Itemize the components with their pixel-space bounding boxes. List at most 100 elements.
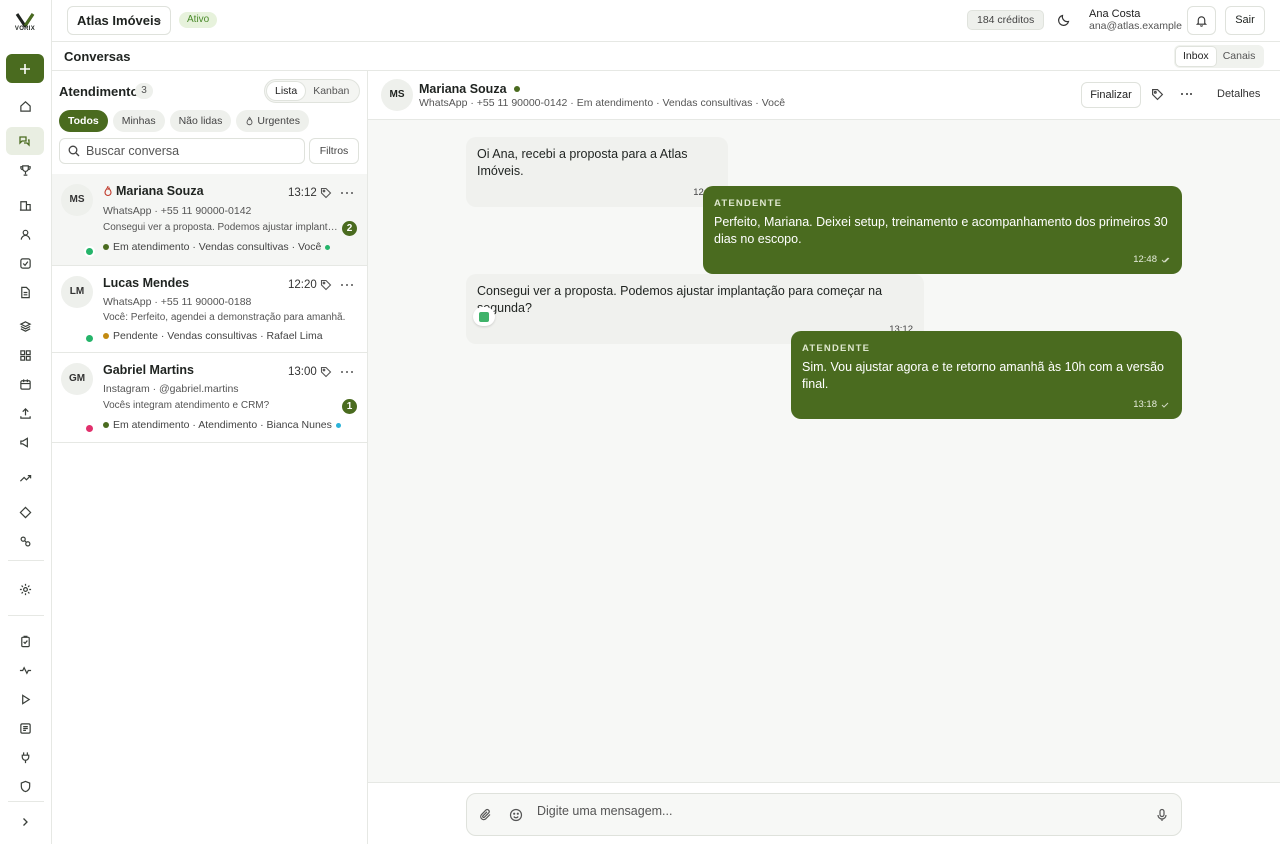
message-thread: Oi Ana, recebi a proposta para a Atlas I… bbox=[368, 120, 1280, 782]
urgent-flame-icon bbox=[103, 185, 113, 197]
chat-panel: MS Mariana Souza WhatsApp · +55 11 90000… bbox=[368, 71, 1280, 844]
tag-icon[interactable] bbox=[1151, 88, 1164, 101]
trophy-icon[interactable] bbox=[11, 156, 39, 184]
conversation-meta: Em atendimento · Atendimento · Bianca Nu… bbox=[103, 419, 341, 431]
layers-icon[interactable] bbox=[11, 312, 39, 340]
more-icon[interactable] bbox=[1181, 93, 1192, 95]
conversation-time: 13:12 bbox=[288, 187, 317, 199]
megaphone-icon[interactable] bbox=[11, 428, 39, 456]
link-icon[interactable] bbox=[11, 527, 39, 555]
emoji-icon[interactable] bbox=[509, 808, 523, 822]
check-icon bbox=[1161, 256, 1171, 264]
settings-icon[interactable] bbox=[11, 575, 39, 603]
search-input[interactable] bbox=[86, 144, 286, 158]
grid-icon[interactable] bbox=[11, 341, 39, 369]
more-icon[interactable] bbox=[341, 284, 353, 286]
building-icon[interactable] bbox=[11, 191, 39, 219]
tab-inbox[interactable]: Inbox bbox=[1176, 47, 1216, 66]
status-badge: Ativo bbox=[179, 12, 218, 28]
filters-button[interactable]: Filtros bbox=[309, 138, 359, 164]
search-box bbox=[59, 138, 305, 164]
microphone-icon[interactable] bbox=[1156, 808, 1168, 822]
message-input[interactable] bbox=[537, 804, 1097, 818]
conversation-list-panel: Atendimento 3 Lista Kanban Todos Minhas … bbox=[52, 71, 368, 844]
view-kanban[interactable]: Kanban bbox=[305, 82, 357, 100]
message-outgoing: ATENDENTE Perfeito, Mariana. Deixei setu… bbox=[703, 186, 1182, 274]
rail-divider bbox=[8, 801, 44, 802]
conversation-channel: WhatsApp · +55 11 90000-0142 bbox=[103, 205, 252, 217]
conversation-name: Lucas Mendes bbox=[103, 276, 190, 290]
calendar-icon[interactable] bbox=[11, 370, 39, 398]
conversation-name: Mariana Souza bbox=[103, 184, 204, 198]
tag-icon[interactable] bbox=[320, 279, 332, 291]
tab-canais[interactable]: Canais bbox=[1216, 47, 1263, 66]
diamond-icon[interactable] bbox=[11, 498, 39, 526]
list-title: Atendimento bbox=[59, 84, 139, 99]
message-incoming: Oi Ana, recebi a proposta para a Atlas I… bbox=[466, 137, 728, 207]
view-lista[interactable]: Lista bbox=[267, 82, 306, 100]
filter-urgentes[interactable]: Urgentes bbox=[236, 110, 309, 132]
brand-logo-text: VORIX bbox=[14, 26, 36, 32]
conversation-time: 12:20 bbox=[288, 279, 317, 291]
chevron-down-icon bbox=[157, 20, 161, 23]
tag-icon[interactable] bbox=[320, 366, 332, 378]
contact-name: Mariana Souza bbox=[419, 82, 520, 96]
owner-dot bbox=[325, 244, 331, 250]
online-dot bbox=[513, 86, 520, 92]
home-icon[interactable] bbox=[11, 92, 39, 120]
activity-icon[interactable] bbox=[11, 656, 39, 684]
checkbox-icon[interactable] bbox=[11, 249, 39, 277]
filter-minhas[interactable]: Minhas bbox=[112, 110, 165, 132]
conversations-icon[interactable] bbox=[6, 127, 44, 155]
composer-box bbox=[466, 793, 1182, 836]
message-text: Oi Ana, recebi a proposta para a Atlas I… bbox=[477, 147, 688, 178]
check-icon bbox=[1161, 401, 1171, 409]
avatar: MS bbox=[61, 184, 93, 216]
moon-icon[interactable] bbox=[1057, 13, 1071, 27]
shield-icon[interactable] bbox=[11, 772, 39, 800]
message-text: Consegui ver a proposta. Podemos ajustar… bbox=[477, 284, 883, 315]
finish-button[interactable]: Finalizar bbox=[1081, 82, 1141, 108]
play-icon[interactable] bbox=[11, 685, 39, 713]
workspace-name: Atlas Imóveis bbox=[77, 13, 161, 28]
avatar: LM bbox=[61, 276, 93, 308]
filter-todos[interactable]: Todos bbox=[59, 110, 108, 132]
document-icon[interactable] bbox=[11, 278, 39, 306]
more-icon[interactable] bbox=[341, 192, 353, 194]
plug-icon[interactable] bbox=[11, 743, 39, 771]
contact-name-text: Mariana Souza bbox=[419, 82, 507, 96]
upload-icon[interactable] bbox=[11, 399, 39, 427]
user-name: Ana Costa bbox=[1089, 8, 1141, 20]
chat-header: MS Mariana Souza WhatsApp · +55 11 90000… bbox=[368, 71, 1280, 120]
tag-icon[interactable] bbox=[320, 187, 332, 199]
details-button[interactable]: Detalhes bbox=[1217, 88, 1260, 100]
user-email: ana@atlas.example bbox=[1089, 20, 1182, 32]
trend-icon[interactable] bbox=[11, 463, 39, 491]
clipboard-icon[interactable] bbox=[11, 627, 39, 655]
attach-icon[interactable] bbox=[479, 808, 493, 822]
user-icon[interactable] bbox=[11, 220, 39, 248]
user-info[interactable]: Ana Costa ana@atlas.example bbox=[1089, 8, 1182, 32]
credits-badge: 184 créditos bbox=[967, 10, 1045, 30]
filter-nao-lidas[interactable]: Não lidas bbox=[169, 110, 232, 132]
view-toggle: Lista Kanban bbox=[264, 79, 361, 103]
conversation-item[interactable]: MS Mariana Souza 13:12 WhatsApp · +55 11… bbox=[52, 174, 367, 266]
notes-icon[interactable] bbox=[11, 714, 39, 742]
notifications-button[interactable] bbox=[1187, 6, 1216, 35]
conversation-meta: Pendente · Vendas consultivas · Rafael L… bbox=[103, 330, 323, 342]
conversation-meta-text: Em atendimento · Atendimento · Bianca Nu… bbox=[113, 419, 332, 431]
reaction-check-icon[interactable] bbox=[473, 307, 495, 326]
conversation-name: Gabriel Martins bbox=[103, 363, 194, 377]
new-conversation-button[interactable] bbox=[6, 54, 44, 83]
conversation-item[interactable]: LM Lucas Mendes 12:20 WhatsApp · +55 11 … bbox=[52, 266, 367, 353]
expand-chevron-icon[interactable] bbox=[11, 808, 39, 836]
workspace-selector[interactable]: Atlas Imóveis bbox=[67, 6, 171, 35]
more-icon[interactable] bbox=[341, 371, 353, 373]
conversation-item[interactable]: GM Gabriel Martins 13:00 Instagram · @ga… bbox=[52, 353, 367, 443]
composer bbox=[368, 782, 1280, 844]
status-dot bbox=[103, 333, 109, 339]
logout-button[interactable]: Sair bbox=[1225, 6, 1265, 35]
instagram-channel-icon bbox=[84, 423, 95, 434]
status-dot bbox=[103, 422, 109, 428]
conversation-channel: Instagram · @gabriel.martins bbox=[103, 383, 239, 395]
